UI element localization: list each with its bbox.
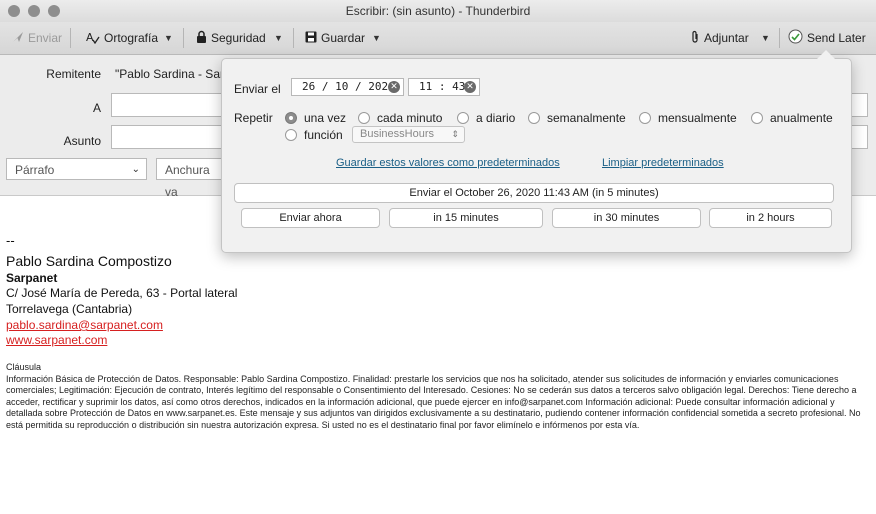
toolbar-separator [183, 28, 184, 48]
attach-dropdown[interactable]: ▼ [761, 29, 770, 47]
subject-label: Asunto [63, 134, 101, 148]
to-input-end[interactable] [850, 93, 868, 117]
in-15-minutes-button[interactable]: in 15 minutes [389, 208, 543, 228]
paragraph-format-value: Párrafo [15, 163, 55, 177]
svg-text:A: A [86, 31, 94, 44]
repeat-minute-label: cada minuto [377, 111, 443, 125]
chevron-down-icon: ▼ [761, 33, 770, 43]
width-select[interactable]: Anchura va [156, 158, 222, 199]
repeat-monthly-radio[interactable] [639, 112, 651, 124]
repeat-daily-radio[interactable] [457, 112, 469, 124]
send-now-button[interactable]: Enviar ahora [241, 208, 380, 228]
clear-time-icon[interactable]: ✕ [464, 81, 476, 93]
toolbar-separator [293, 28, 294, 48]
repeat-yearly-label: anualmente [770, 111, 833, 125]
function-select-value: BusinessHours [360, 128, 434, 140]
function-select[interactable]: BusinessHours ⇕ [352, 126, 465, 143]
paragraph-format-select[interactable]: Párrafo ⌄ [6, 158, 147, 180]
save-dropdown[interactable]: ▼ [372, 29, 381, 47]
send-later-popup: Enviar el 26 / 10 / 2020 ✕ 11 : 43 ✕ Rep… [221, 58, 852, 253]
signature-name: Pablo Sardina Compostizo [6, 253, 172, 269]
repeat-weekly-label: semanalmente [547, 111, 626, 125]
clear-defaults-link[interactable]: Limpiar predeterminados [602, 157, 724, 169]
from-label: Remitente [46, 67, 101, 81]
toolbar-separator [779, 28, 780, 48]
signature-web-link[interactable]: www.sarpanet.com [6, 333, 107, 347]
signature-address-line1: C/ José María de Pereda, 63 - Portal lat… [6, 286, 238, 300]
repeat-once-radio[interactable] [285, 112, 297, 124]
spelling-label: Ortografía [104, 31, 159, 45]
chevron-down-icon: ▼ [274, 33, 283, 43]
title-bar: Escribir: (sin asunto) - Thunderbird [0, 0, 876, 22]
save-label: Guardar [321, 31, 366, 45]
send-later-label: Send Later [807, 31, 866, 45]
clear-date-icon[interactable]: ✕ [388, 81, 400, 93]
clause-text: Información Básica de Protección de Dato… [6, 373, 861, 430]
chevron-down-icon: ▼ [164, 33, 173, 43]
in-2-hours-button[interactable]: in 2 hours [709, 208, 832, 228]
send-button[interactable]: Enviar [12, 29, 62, 47]
spelling-dropdown[interactable]: ▼ [164, 29, 173, 47]
send-at-label: Enviar el [234, 82, 281, 96]
send-icon [12, 31, 24, 46]
in-30-minutes-button[interactable]: in 30 minutes [552, 208, 701, 228]
attach-label: Adjuntar [704, 31, 749, 45]
repeat-once-label: una vez [304, 111, 347, 125]
send-later-button[interactable]: Send Later [788, 29, 866, 47]
window-title: Escribir: (sin asunto) - Thunderbird [345, 4, 531, 18]
updown-chevron-icon: ⇕ [451, 129, 459, 139]
chevron-down-icon: ▼ [372, 33, 381, 43]
toolbar-separator [70, 28, 71, 48]
chevron-down-icon: ⌄ [131, 164, 140, 175]
signature-email-link[interactable]: pablo.sardina@sarpanet.com [6, 318, 163, 332]
repeat-yearly-radio[interactable] [751, 112, 763, 124]
signature-company: Sarpanet [6, 271, 58, 285]
compose-toolbar: Enviar A Ortografía ▼ Seguridad ▼ Guarda… [0, 22, 876, 55]
spelling-button[interactable]: A Ortografía [86, 29, 158, 47]
security-label: Seguridad [211, 31, 266, 45]
security-dropdown[interactable]: ▼ [274, 29, 283, 47]
paperclip-icon [690, 30, 700, 47]
repeat-daily-label: a diario [476, 111, 516, 125]
from-field[interactable]: "Pablo Sardina - Sar [115, 67, 224, 81]
send-at-button[interactable]: Enviar el October 26, 2020 11:43 AM (in … [234, 183, 834, 203]
repeat-weekly-radio[interactable] [528, 112, 540, 124]
time-input[interactable]: 11 : 43 ✕ [408, 78, 480, 96]
save-defaults-link[interactable]: Guardar estos valores como predeterminad… [336, 157, 560, 169]
repeat-monthly-label: mensualmente [658, 111, 737, 125]
repeat-function-label: función [304, 128, 343, 142]
privacy-clause: Cláusula Información Básica de Protecció… [6, 362, 866, 431]
clock-icon [788, 29, 803, 47]
signature-separator: -- [6, 233, 15, 248]
repeat-minute-radio[interactable] [358, 112, 370, 124]
to-label: A [92, 101, 101, 115]
popup-arrow [817, 50, 835, 59]
security-button[interactable]: Seguridad [196, 29, 266, 47]
date-input[interactable]: 26 / 10 / 2020 ✕ [291, 78, 404, 96]
repeat-label: Repetir [234, 111, 273, 125]
to-input[interactable] [111, 93, 223, 117]
time-value: 11 : 43 [419, 80, 466, 93]
lock-icon [196, 30, 207, 46]
save-icon [305, 31, 317, 46]
send-label: Enviar [28, 31, 63, 45]
subject-input[interactable] [111, 125, 223, 149]
width-select-value: Anchura va [165, 163, 210, 199]
spelling-icon: A [86, 30, 100, 47]
clause-title: Cláusula [6, 362, 42, 372]
save-button[interactable]: Guardar [305, 29, 365, 47]
date-value: 26 / 10 / 2020 [302, 80, 395, 93]
subject-input-end[interactable] [850, 125, 868, 149]
attach-button[interactable]: Adjuntar [690, 29, 749, 47]
signature-address-line2: Torrelavega (Cantabria) [6, 302, 133, 316]
repeat-function-radio[interactable] [285, 129, 297, 141]
